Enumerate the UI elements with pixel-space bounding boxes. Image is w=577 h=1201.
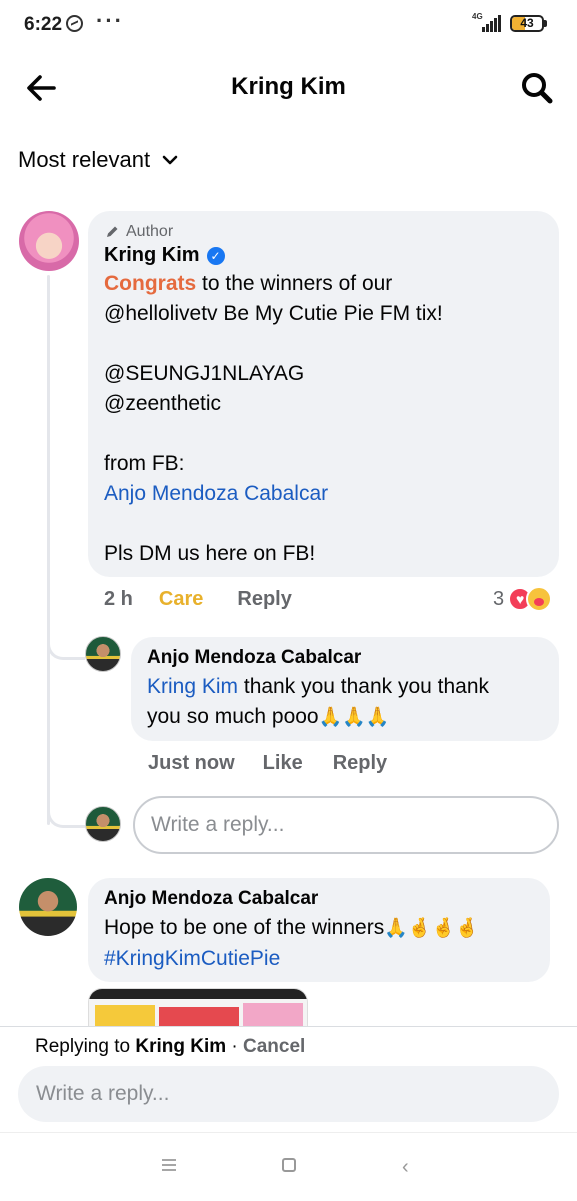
reply-button[interactable]: Reply [237, 588, 291, 611]
search-button[interactable] [518, 68, 556, 108]
comment-line: Pls DM us here on FB! [104, 542, 316, 565]
page-title: Kring Kim [231, 73, 346, 100]
battery-tip [544, 20, 547, 27]
reply-time: Just now [148, 752, 235, 774]
avatar-current-user [85, 806, 121, 842]
comment-line: from FB: [104, 452, 185, 475]
replying-prefix: Replying to [35, 1036, 136, 1057]
comment-actions: 2 h Care Reply [104, 588, 292, 611]
emoji-text: 🙏🙏🙏 [318, 707, 390, 728]
mention-link[interactable]: Anjo Mendoza Cabalcar [104, 479, 543, 509]
verified-badge-icon: ✓ [206, 246, 225, 265]
reply-button[interactable]: Reply [333, 752, 387, 775]
reply-actions: Just now Like Reply [148, 752, 387, 775]
back-icon[interactable]: ‹ [402, 1156, 409, 1179]
battery-level: 43 [520, 16, 534, 30]
mention: @zeenthetic [104, 392, 222, 415]
comment-text: Hope to be one of the winners🙏🤞🤞🤞 #Kring… [104, 913, 534, 974]
reply-author-name[interactable]: Anjo Mendoza Cabalcar [147, 647, 543, 669]
author-badge: Author [104, 223, 543, 241]
attached-screenshot-thumbnail[interactable] [88, 988, 308, 1028]
comment-line: @hellolivetv Be My Cutie Pie FM tix! [104, 302, 443, 325]
mention: @SEUNGJ1NLAYAG [104, 362, 305, 385]
more-notifications-indicator: ··· [96, 8, 124, 33]
highlight-word: Congrats [104, 272, 197, 295]
reaction-count: 3 [493, 587, 505, 610]
status-time: 6:22 [24, 14, 63, 35]
avatar-anjo[interactable] [19, 878, 77, 936]
thread-line [47, 275, 50, 825]
hashtag-link[interactable]: #KringKimCutiePie [104, 947, 280, 970]
emoji-text: 🙏🤞🤞🤞 [384, 918, 479, 939]
search-icon [522, 73, 553, 104]
thread-connector [47, 788, 85, 828]
signal-icon [482, 14, 502, 32]
reply-line: you so much pooo [147, 705, 319, 728]
replying-target: Kring Kim [135, 1036, 227, 1057]
avatar-anjo[interactable] [85, 636, 121, 672]
thread-connector [47, 620, 85, 660]
thread-reply-input[interactable]: Write a reply... [133, 796, 559, 854]
author-badge-label: Author [126, 223, 174, 240]
comment-bubble-main[interactable]: Author Kring Kim ✓ Congrats to the winne… [88, 211, 559, 577]
menu-icon[interactable] [160, 1158, 178, 1172]
messenger-icon [66, 15, 83, 32]
avatar-kring-kim[interactable] [19, 211, 79, 271]
thumbnail-part [89, 989, 307, 999]
sort-dropdown[interactable]: Most relevant [18, 147, 178, 173]
comment-text: Congrats to the winners of our @helloliv… [104, 269, 543, 569]
home-icon[interactable] [282, 1158, 296, 1172]
like-button[interactable]: Like [263, 752, 303, 775]
reply-bubble[interactable]: Anjo Mendoza Cabalcar Kring Kim thank yo… [131, 637, 559, 741]
comment-author-name[interactable]: Kring Kim [104, 244, 200, 267]
reaction-summary[interactable]: 3 [493, 586, 553, 612]
comment-line: to the winners of our [196, 272, 393, 295]
mention-link[interactable]: Kring Kim [147, 675, 238, 698]
reply-text: Kring Kim thank you thank you thank you … [147, 672, 543, 733]
reply-input[interactable]: Write a reply... [18, 1066, 559, 1122]
comment-bubble[interactable]: Anjo Mendoza Cabalcar Hope to be one of … [88, 878, 550, 982]
chevron-down-icon [162, 155, 178, 165]
cancel-reply-button[interactable]: Cancel [243, 1036, 305, 1057]
pencil-icon [107, 226, 118, 237]
battery-icon: 43 [510, 15, 544, 32]
comment-line: Hope to be one of the winners [104, 916, 385, 939]
thumbnail-part [243, 1003, 303, 1027]
separator: · [226, 1036, 244, 1057]
replying-to-row: Replying to Kring Kim · Cancel [35, 1036, 305, 1058]
care-reaction-icon [526, 586, 553, 612]
thumbnail-part [95, 1005, 155, 1027]
thumbnail-part [159, 1007, 239, 1027]
comment-author-name[interactable]: Anjo Mendoza Cabalcar [104, 888, 534, 910]
reply-line: thank you thank you thank [238, 675, 490, 698]
care-reaction-button[interactable]: Care [159, 588, 203, 611]
comment-time: 2 h [104, 588, 133, 610]
sort-label: Most relevant [18, 147, 151, 172]
